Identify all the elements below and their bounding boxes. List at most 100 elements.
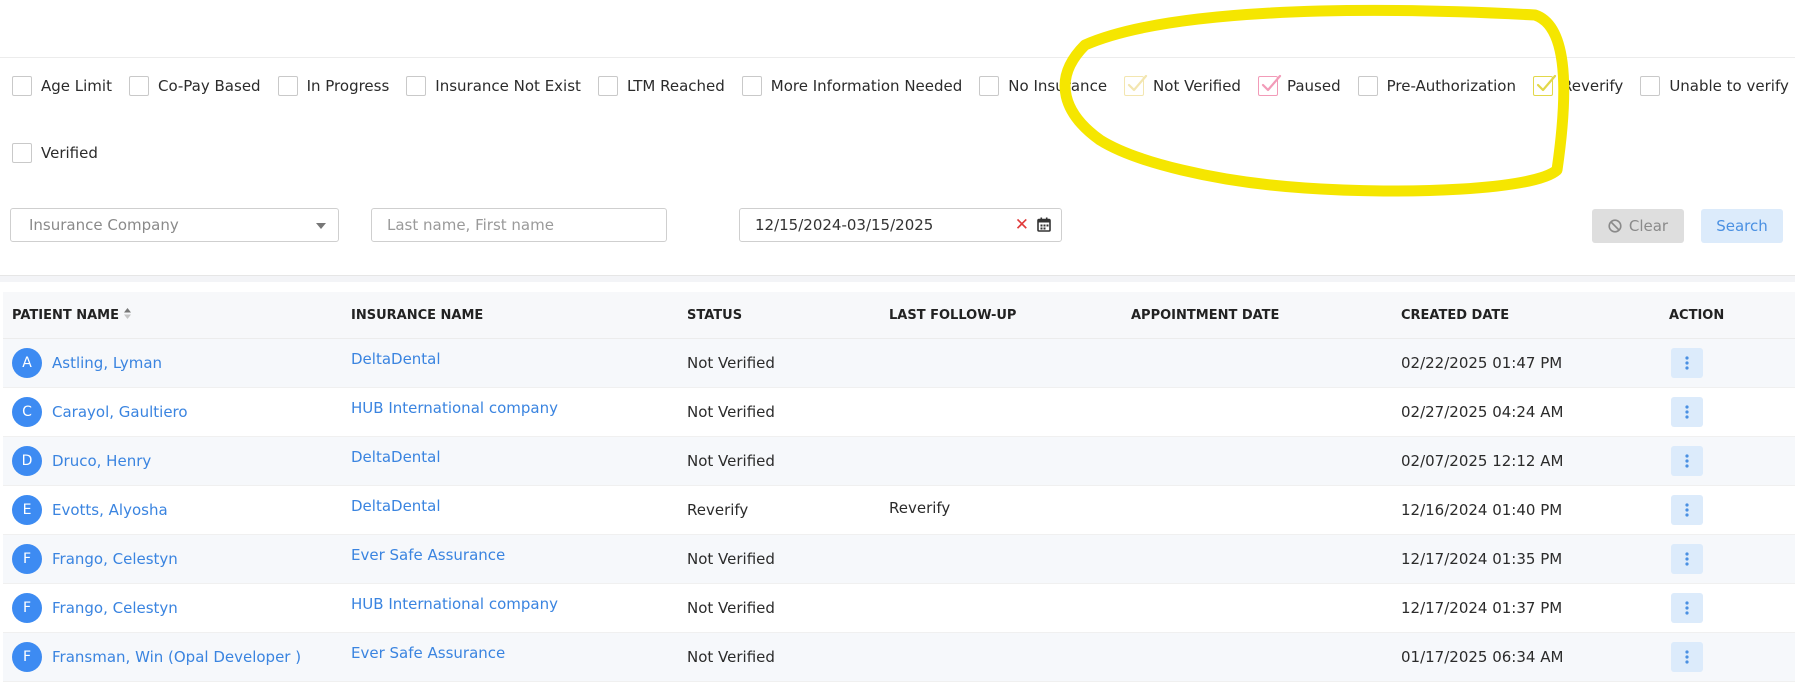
header-appointment-date: APPOINTMENT DATE	[1131, 307, 1280, 323]
cell-insurance: HUB International company	[348, 595, 684, 617]
filter-label: No Insurance	[1008, 77, 1108, 95]
avatar: D	[12, 446, 42, 476]
filter-checkbox[interactable]	[979, 76, 1000, 96]
header-created-date: CREATED DATE	[1401, 307, 1510, 323]
table-row: A Astling, Lyman DeltaDental Not Verified 02…	[3, 339, 1795, 388]
filter-item[interactable]: More Information Needed	[741, 76, 962, 96]
calendar-icon[interactable]	[1037, 217, 1051, 236]
insurance-name-link[interactable]: Ever Safe Assurance	[351, 644, 505, 662]
insurance-company-placeholder: Insurance Company	[29, 216, 179, 234]
date-range-input[interactable]: 12/15/2024-03/15/2025 ✕	[739, 208, 1062, 242]
patient-name-link[interactable]: Druco, Henry	[52, 452, 151, 470]
patient-name-placeholder: Last name, First name	[387, 216, 554, 234]
filter-item[interactable]: Age Limit	[12, 76, 112, 96]
cell-action	[1666, 593, 1786, 623]
cell-action	[1666, 495, 1786, 525]
patient-name-link[interactable]: Evotts, Alyosha	[52, 501, 168, 519]
date-range-value: 12/15/2024-03/15/2025	[755, 216, 934, 234]
filter-item[interactable]: Unable to verify	[1640, 76, 1789, 96]
cell-status: Not Verified	[687, 599, 775, 617]
filter-item[interactable]: No Insurance	[979, 76, 1107, 96]
filter-label: Unable to verify	[1669, 77, 1789, 95]
cell-insurance: DeltaDental	[348, 448, 684, 470]
filter-item[interactable]: Paused	[1257, 74, 1341, 96]
section-divider	[0, 275, 1795, 282]
insurance-name-link[interactable]: DeltaDental	[351, 448, 441, 466]
row-actions-button[interactable]	[1671, 446, 1703, 476]
insurance-name-link[interactable]: HUB International company	[351, 399, 558, 417]
filter-checkbox[interactable]	[741, 76, 762, 96]
search-button[interactable]: Search	[1701, 209, 1783, 243]
filter-label: In Progress	[306, 77, 390, 95]
header-patient-name[interactable]: PATIENT NAME	[3, 307, 348, 323]
filter-label: Not Verified	[1153, 77, 1241, 95]
more-vertical-icon	[1685, 650, 1689, 664]
more-vertical-icon	[1685, 552, 1689, 566]
insurance-name-link[interactable]: HUB International company	[351, 595, 558, 613]
filter-checkbox[interactable]	[12, 143, 32, 163]
header-last-follow-up: LAST FOLLOW-UP	[889, 307, 1017, 323]
filter-label: Pre-Authorization	[1386, 77, 1516, 95]
filter-item[interactable]: In Progress	[277, 76, 390, 96]
cell-status: Not Verified	[687, 648, 775, 666]
filter-item[interactable]: Reverify	[1533, 74, 1624, 96]
patient-name-input[interactable]: Last name, First name	[371, 208, 667, 242]
filter-label: Reverify	[1562, 77, 1624, 95]
table-row: C Carayol, Gaultiero HUB International com…	[3, 388, 1795, 437]
insurance-name-link[interactable]: Ever Safe Assurance	[351, 546, 505, 564]
row-actions-button[interactable]	[1671, 642, 1703, 672]
filter-item[interactable]: Not Verified	[1124, 74, 1241, 96]
filter-checkbox[interactable]	[277, 76, 298, 96]
patient-name-link[interactable]: Frango, Celestyn	[52, 599, 178, 617]
avatar: C	[12, 397, 42, 427]
sort-icon[interactable]	[124, 307, 132, 323]
insurance-name-link[interactable]: DeltaDental	[351, 497, 441, 515]
filter-checkbox[interactable]	[1124, 74, 1148, 96]
filter-item[interactable]: Verified	[12, 143, 98, 163]
insurance-company-select[interactable]: Insurance Company	[10, 208, 339, 242]
insurance-name-link[interactable]: DeltaDental	[351, 350, 441, 368]
filter-checkbox[interactable]	[12, 76, 32, 96]
cell-action	[1666, 446, 1786, 476]
patient-name-link[interactable]: Frango, Celestyn	[52, 550, 178, 568]
avatar: F	[12, 642, 42, 672]
clear-label: Clear	[1628, 217, 1669, 235]
filter-label: Co-Pay Based	[157, 77, 261, 95]
filter-item[interactable]: Pre-Authorization	[1357, 76, 1516, 96]
filter-checkbox[interactable]	[1257, 74, 1282, 96]
row-actions-button[interactable]	[1671, 544, 1703, 574]
filter-item[interactable]: Insurance Not Exist	[406, 76, 581, 96]
top-bar	[0, 0, 1795, 58]
row-actions-button[interactable]	[1671, 593, 1703, 623]
avatar: F	[12, 593, 42, 623]
clear-button[interactable]: Clear	[1592, 209, 1684, 243]
filter-checkbox[interactable]	[1533, 74, 1557, 96]
chevron-down-icon	[316, 223, 326, 229]
filter-checkbox[interactable]	[406, 76, 427, 96]
row-actions-button[interactable]	[1671, 348, 1703, 378]
filter-checkbox[interactable]	[597, 76, 618, 96]
cell-insurance: DeltaDental	[348, 497, 684, 519]
avatar: A	[12, 348, 42, 378]
row-actions-button[interactable]	[1671, 397, 1703, 427]
close-icon[interactable]: ✕	[1015, 215, 1029, 235]
table-body: A Astling, Lyman DeltaDental Not Verified 02…	[3, 339, 1795, 682]
table-row: E Evotts, Alyosha DeltaDental Reverify Rever…	[3, 486, 1795, 535]
search-label: Search	[1716, 217, 1768, 235]
filter-checkbox[interactable]	[1357, 76, 1378, 96]
cell-patient: A Astling, Lyman	[3, 348, 348, 378]
patient-name-link[interactable]: Carayol, Gaultiero	[52, 403, 188, 421]
patient-name-link[interactable]: Astling, Lyman	[52, 354, 162, 372]
avatar: F	[12, 544, 42, 574]
cell-action	[1666, 544, 1786, 574]
filter-item[interactable]: LTM Reached	[597, 76, 725, 96]
filter-checkbox[interactable]	[128, 76, 149, 96]
table-header: PATIENT NAME INSURANCE NAME STATUS LAST …	[3, 292, 1795, 339]
filter-item[interactable]: Co-Pay Based	[128, 76, 261, 96]
filter-checkbox[interactable]	[1640, 76, 1661, 96]
cell-insurance: DeltaDental	[348, 350, 684, 372]
row-actions-button[interactable]	[1671, 495, 1703, 525]
patient-name-link[interactable]: Fransman, Win (Opal Developer )	[52, 648, 301, 666]
header-action: ACTION	[1669, 307, 1725, 323]
table-row: F Fransman, Win (Opal Developer ) Ever Saf…	[3, 633, 1795, 682]
